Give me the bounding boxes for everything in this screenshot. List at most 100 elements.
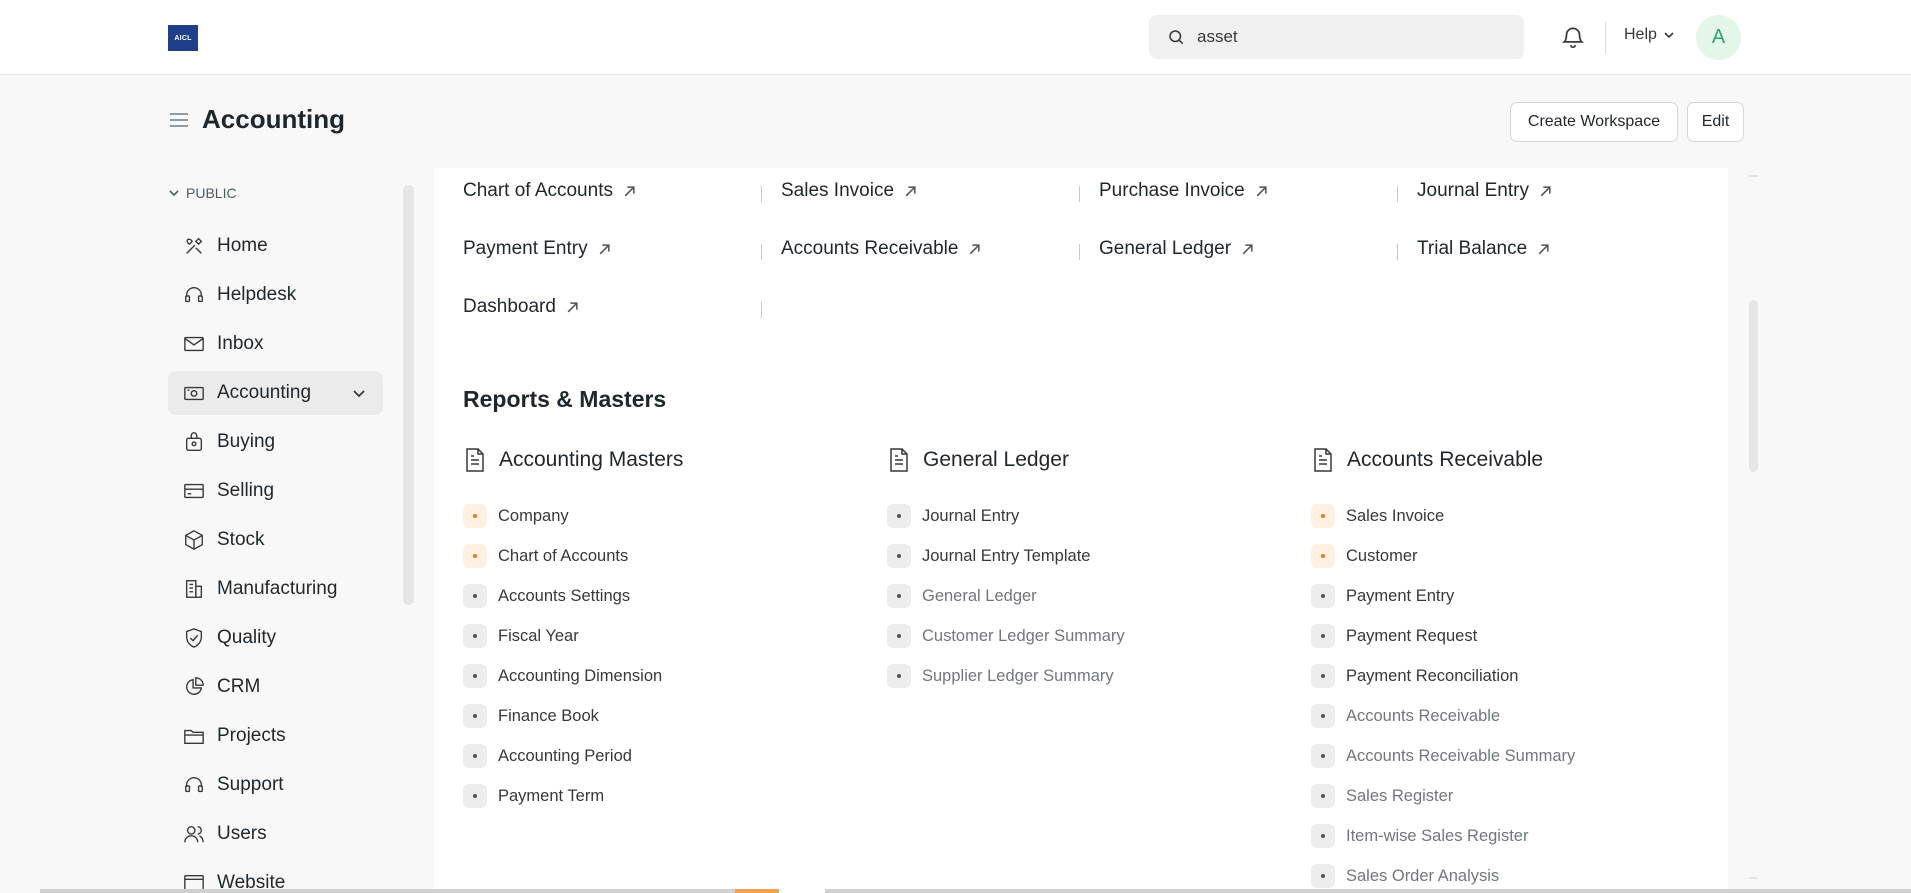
link-accounts-receivable[interactable]: Accounts Receivable (1311, 704, 1500, 728)
onboarding-dot (463, 504, 487, 528)
link-label: Accounting Period (498, 746, 632, 765)
link-label: Customer Ledger Summary (922, 626, 1125, 645)
link-company[interactable]: Company (463, 504, 569, 528)
link-label: Item-wise Sales Register (1346, 826, 1529, 845)
link-sales-invoice[interactable]: Sales Invoice (1311, 504, 1444, 528)
link-payment-request[interactable]: Payment Request (1311, 624, 1477, 648)
chevron-down-icon (1664, 32, 1674, 39)
shortcut-journal-entry[interactable]: Journal Entry (1417, 180, 1552, 202)
link-accounts-receivable-summary[interactable]: Accounts Receivable Summary (1311, 744, 1575, 768)
sidebar-item-crm[interactable]: CRM (168, 665, 383, 709)
link-journal-entry-template[interactable]: Journal Entry Template (887, 544, 1090, 568)
card-title-accounting-masters: Accounting Masters (463, 447, 683, 473)
card-title-label: General Ledger (923, 448, 1069, 471)
link-dot (1311, 824, 1335, 848)
main-scrollbar[interactable] (1749, 300, 1758, 472)
sidebar-item-label: Selling (217, 480, 275, 501)
shortcut-dashboard[interactable]: Dashboard (463, 296, 579, 318)
document-icon (466, 448, 484, 472)
sidebar-item-home[interactable]: Home (168, 224, 383, 268)
shortcut-divider (761, 302, 762, 318)
shortcut-trial-balance[interactable]: Trial Balance (1417, 238, 1550, 260)
sidebar-item-manufacturing[interactable]: Manufacturing (168, 567, 383, 611)
link-accounting-period[interactable]: Accounting Period (463, 744, 632, 768)
link-accounts-settings[interactable]: Accounts Settings (463, 584, 630, 608)
edit-button[interactable]: Edit (1687, 102, 1744, 142)
sidebar-item-stock[interactable]: Stock (168, 518, 383, 562)
search-icon (1169, 30, 1184, 45)
shortcut-sales-invoice[interactable]: Sales Invoice (781, 180, 917, 202)
arrow-up-right-icon (567, 301, 578, 312)
main-scrollbar-track (1749, 877, 1758, 879)
shortcut-chart-of-accounts[interactable]: Chart of Accounts (463, 180, 636, 202)
card-title-accounts-receivable: Accounts Receivable (1311, 447, 1543, 473)
sidebar-item-label: CRM (217, 676, 261, 697)
sidebar-item-accounting[interactable]: Accounting (168, 371, 383, 415)
link-label: Finance Book (498, 706, 599, 725)
link-label: Company (498, 506, 569, 525)
link-dot (887, 664, 911, 688)
box-icon (185, 530, 203, 550)
link-payment-entry[interactable]: Payment Entry (1311, 584, 1454, 608)
sidebar-item-projects[interactable]: Projects (168, 714, 383, 758)
link-payment-term[interactable]: Payment Term (463, 784, 604, 808)
sidebar-item-support[interactable]: Support (168, 763, 383, 807)
workspace-content (434, 168, 1728, 893)
sidebar-item-selling[interactable]: Selling (168, 469, 383, 513)
shortcut-general-ledger[interactable]: General Ledger (1099, 238, 1254, 260)
link-dot (463, 584, 487, 608)
link-fiscal-year[interactable]: Fiscal Year (463, 624, 579, 648)
link-customer[interactable]: Customer (1311, 544, 1418, 568)
onboarding-dot (1311, 544, 1335, 568)
page-title: Accounting (202, 104, 345, 134)
link-dot (887, 584, 911, 608)
link-dot (1311, 744, 1335, 768)
onboarding-dot (463, 544, 487, 568)
sidebar-section-public[interactable]: PUBLIC (168, 185, 237, 201)
app-logo[interactable]: AICL (168, 25, 198, 51)
link-journal-entry[interactable]: Journal Entry (887, 504, 1019, 528)
user-avatar[interactable]: A (1696, 15, 1741, 60)
link-label: Sales Register (1346, 786, 1454, 805)
create-workspace-button[interactable]: Create Workspace (1510, 102, 1678, 142)
sidebar-item-quality[interactable]: Quality (168, 616, 383, 660)
scrollbar-accent (735, 889, 779, 893)
notification-bell-icon[interactable] (1560, 24, 1586, 50)
sidebar-item-helpdesk[interactable]: Helpdesk (168, 273, 383, 317)
link-payment-reconciliation[interactable]: Payment Reconciliation (1311, 664, 1518, 688)
link-chart-of-accounts[interactable]: Chart of Accounts (463, 544, 628, 568)
sidebar-toggle-icon[interactable] (168, 110, 190, 130)
link-label: Journal Entry Template (922, 546, 1091, 565)
link-dot (1311, 624, 1335, 648)
link-accounting-dimension[interactable]: Accounting Dimension (463, 664, 662, 688)
link-supplier-ledger-summary[interactable]: Supplier Ledger Summary (887, 664, 1114, 688)
sidebar-item-label: Accounting (217, 382, 312, 403)
link-customer-ledger-summary[interactable]: Customer Ledger Summary (887, 624, 1125, 648)
link-dot (1311, 664, 1335, 688)
help-label: Help (1624, 26, 1657, 43)
sidebar-item-users[interactable]: Users (168, 812, 383, 856)
link-sales-order-analysis[interactable]: Sales Order Analysis (1311, 864, 1499, 888)
link-label: Payment Request (1346, 626, 1478, 645)
card-title-label: Accounts Receivable (1347, 448, 1544, 471)
sidebar-item-buying[interactable]: Buying (168, 420, 383, 464)
shortcut-purchase-invoice[interactable]: Purchase Invoice (1099, 180, 1268, 202)
link-finance-book[interactable]: Finance Book (463, 704, 599, 728)
link-dot (1311, 784, 1335, 808)
link-general-ledger[interactable]: General Ledger (887, 584, 1037, 608)
horizontal-scrollbar[interactable] (40, 889, 1911, 893)
sidebar-scrollbar[interactable] (403, 185, 414, 605)
link-item-wise-sales-register[interactable]: Item-wise Sales Register (1311, 824, 1528, 848)
sidebar-item-inbox[interactable]: Inbox (168, 322, 383, 366)
chevron-down-icon[interactable] (351, 385, 367, 401)
shortcut-accounts-receivable[interactable]: Accounts Receivable (781, 238, 981, 260)
link-sales-register[interactable]: Sales Register (1311, 784, 1453, 808)
sidebar-item-label: Helpdesk (217, 284, 297, 305)
link-dot (1311, 584, 1335, 608)
shortcut-divider (761, 186, 762, 202)
link-label: Accounting Dimension (498, 666, 663, 685)
shortcut-label: Payment Entry (463, 238, 588, 259)
search-input[interactable]: asset (1149, 15, 1524, 59)
help-dropdown[interactable]: Help (1624, 26, 1675, 44)
shortcut-payment-entry[interactable]: Payment Entry (463, 238, 611, 260)
